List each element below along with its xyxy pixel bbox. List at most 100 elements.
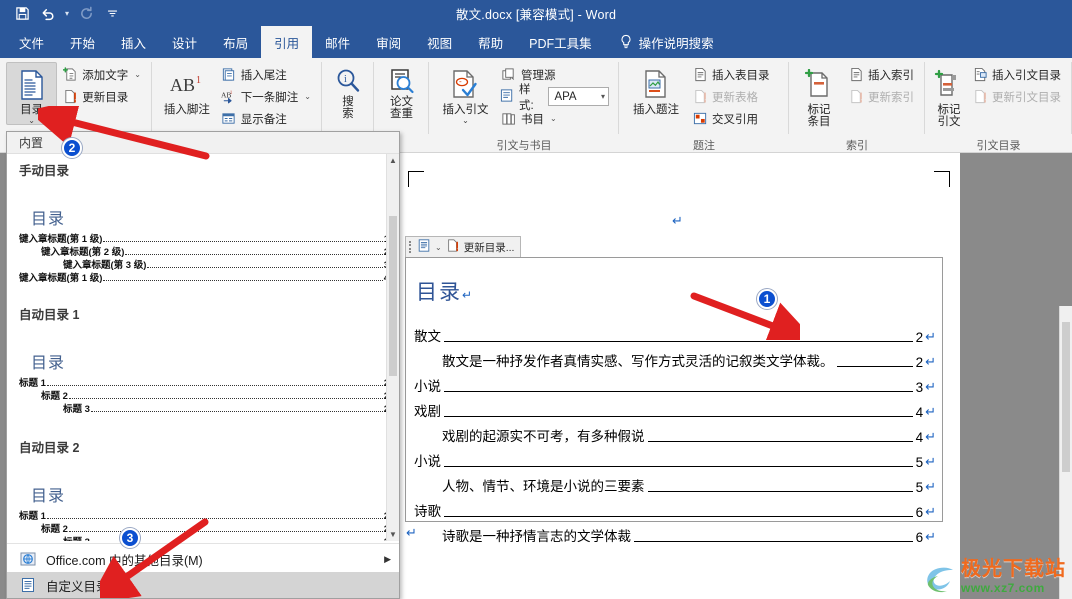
tab-file[interactable]: 文件 (6, 26, 57, 58)
title-bar: ▾ 散文.docx [兼容模式] - Word (0, 0, 1072, 26)
tab-insert[interactable]: 插入 (108, 26, 159, 58)
gallery-item-manual-toc[interactable]: 手动目录 目录 键入章标题(第 1 级) 1 键入章标题(第 2 级) 2 键入… (7, 154, 399, 290)
save-icon[interactable] (10, 2, 34, 24)
insert-footnote-icon: AB 1 (168, 66, 206, 104)
toc-icon (18, 66, 46, 104)
chevron-down-icon[interactable]: ⌄ (304, 92, 311, 101)
cross-reference-icon (692, 111, 708, 127)
update-toc-control-label[interactable]: 更新目录... (464, 240, 515, 255)
tab-layout[interactable]: 布局 (210, 26, 261, 58)
ribbon-group-toa: 标记引文 插入引文目录 更新引文目录 引文目录 (925, 58, 1072, 152)
tell-me-search[interactable]: 操作说明搜索 (605, 26, 722, 58)
gallery-item-auto-toc-1[interactable]: 自动目录 1 目录 标题 1 2 标题 2 2 标题 3 2 (7, 290, 399, 421)
show-notes-button[interactable]: 显示备注 (216, 108, 316, 129)
toc-entry-page: 2 (915, 355, 924, 370)
toc-button[interactable]: 目录 ⌄ (6, 62, 58, 125)
toc-entry[interactable]: 戏剧的起源实不可考，有多种假说 4 ↵ (414, 420, 936, 445)
update-toc-button[interactable]: 更新目录 (57, 86, 146, 107)
quick-access-toolbar[interactable]: ▾ (0, 2, 124, 24)
redo-icon[interactable] (74, 2, 98, 24)
tab-review[interactable]: 审阅 (363, 26, 414, 58)
mark-citation-label: 标记引文 (937, 104, 961, 128)
customize-qat-icon[interactable] (100, 2, 124, 24)
undo-icon[interactable] (36, 2, 60, 24)
toc-content-control-toolbar[interactable]: ⌄ 更新目录... (405, 236, 522, 258)
toc-entry[interactable]: 小说 5 ↵ (414, 445, 936, 470)
update-table-button[interactable]: 更新表格 (687, 86, 775, 107)
gallery-item-auto-toc-2[interactable]: 自动目录 2 目录 标题 1 2 标题 2 2 标题 3 2 (7, 421, 399, 541)
tab-home[interactable]: 开始 (57, 26, 108, 58)
bibliography-button[interactable]: 书目 ⌄ (496, 108, 613, 129)
citation-style-row[interactable]: 样式: APA ▾ (496, 84, 613, 112)
toc-entry[interactable]: 诗歌是一种抒情言志的文学体裁 6 ↵ (414, 520, 936, 545)
toc-entry[interactable]: 人物、情节、环境是小说的三要素 5 ↵ (414, 470, 936, 495)
chevron-down-icon[interactable]: ▾ (601, 92, 605, 101)
toc-entry[interactable]: 小说 3 ↵ (414, 370, 936, 395)
insert-citation-button[interactable]: - 插入引文 ⌄ (435, 62, 496, 125)
more-toc-from-office-menu-item[interactable]: Office.com 中的其他目录(M) ▶ (7, 546, 399, 572)
cross-reference-button[interactable]: 交叉引用 (687, 108, 775, 129)
toc-content-control[interactable]: 目录↵ 散文 2 ↵ 散文是一种抒发作者真情实感、写作方式灵活的记叙类文学体裁。… (405, 257, 943, 545)
toc-entry[interactable]: 散文是一种抒发作者真情实感、写作方式灵活的记叙类文学体裁。 2 ↵ (414, 345, 936, 370)
toc-entry[interactable]: 诗歌 6 ↵ (414, 495, 936, 520)
insert-table-of-figures-button[interactable]: 插入表目录 (687, 64, 775, 85)
tab-pdf-tools[interactable]: PDF工具集 (516, 26, 605, 58)
next-footnote-label: 下一条脚注 (240, 91, 299, 104)
undo-dropdown-icon[interactable]: ▾ (62, 9, 72, 18)
plagiarism-check-button[interactable]: 论文 查重 (380, 62, 423, 121)
tab-help[interactable]: 帮助 (465, 26, 516, 58)
insert-index-button[interactable]: 插入索引 (843, 64, 919, 85)
preview-line: 标题 1 2 (17, 376, 389, 389)
next-footnote-button[interactable]: AB 1 下一条脚注 ⌄ (216, 86, 316, 107)
research-button[interactable]: i 搜 索 (328, 62, 368, 121)
insert-endnote-button[interactable]: 插入尾注 (216, 64, 316, 85)
tab-references[interactable]: 引用 (261, 26, 313, 58)
chevron-down-icon[interactable]: ⌄ (435, 243, 442, 252)
gallery-scrollbar-thumb[interactable] (389, 216, 397, 376)
scrollbar-thumb[interactable] (1062, 322, 1070, 472)
insert-caption-button[interactable]: 插入题注 (625, 62, 687, 117)
toc-entry[interactable]: 戏剧 4 ↵ (414, 395, 936, 420)
update-toc-control-icon[interactable] (446, 238, 460, 256)
mark-entry-button[interactable]: 标记 条目 (795, 62, 843, 129)
tab-design[interactable]: 设计 (159, 26, 210, 58)
preview-line: 键入章标题(第 1 级) 4 (17, 271, 389, 284)
tab-mailings[interactable]: 邮件 (312, 26, 363, 58)
scroll-down-icon[interactable]: ▼ (387, 528, 399, 541)
insert-footnote-button[interactable]: AB 1 插入脚注 (158, 62, 216, 117)
toc-entry-text: 戏剧的起源实不可考，有多种假说 (442, 429, 645, 444)
scroll-up-icon[interactable]: ▲ (387, 154, 399, 167)
toc-gallery-dropdown[interactable]: 内置 手动目录 目录 键入章标题(第 1 级) 1 键入章标题(第 2 级) 2… (6, 131, 400, 599)
chevron-down-icon[interactable]: ⌄ (550, 114, 557, 123)
toc-heading: 目录↵ (416, 276, 936, 306)
insert-toa-button[interactable]: 插入引文目录 (967, 64, 1066, 85)
update-toa-icon (972, 89, 988, 105)
document-page[interactable]: ↵ ⌄ 更新目录... 目录↵ 散文 2 ↵ 散文是一种抒发作者真情实感、写作方… (400, 153, 960, 599)
toc-control-icon[interactable] (417, 238, 431, 256)
update-index-icon (848, 89, 864, 105)
leader-line (444, 516, 913, 517)
gallery-scrollbar[interactable]: ▲ ▼ (386, 154, 399, 541)
manage-sources-button[interactable]: 管理源 (496, 64, 613, 85)
insert-endnote-label: 插入尾注 (240, 69, 287, 82)
citation-style-combo[interactable]: APA ▾ (548, 87, 609, 106)
group-label-citations: 引文与书目 (496, 140, 552, 152)
chevron-down-icon[interactable]: ⌄ (134, 70, 141, 79)
ribbon-tabs[interactable]: 文件 开始 插入 设计 布局 引用 邮件 审阅 视图 帮助 PDF工具集 操作说… (0, 26, 1072, 58)
preview-line: 标题 1 2 (17, 509, 389, 522)
update-toa-button[interactable]: 更新引文目录 (967, 86, 1066, 107)
style-icon (500, 88, 515, 106)
chevron-down-icon[interactable]: ⌄ (462, 117, 469, 125)
custom-toc-menu-item[interactable]: 自定义目录(C)... (7, 572, 399, 598)
update-index-button[interactable]: 更新索引 (843, 86, 919, 107)
drag-handle-icon[interactable] (409, 240, 413, 254)
toc-entry[interactable]: 散文 2 ↵ (414, 320, 936, 345)
document-scrollbar[interactable] (1059, 306, 1072, 599)
chevron-down-icon[interactable]: ⌄ (28, 117, 35, 125)
mark-citation-button[interactable]: 标记引文 (931, 62, 967, 129)
add-text-button[interactable]: 添加文字 ⌄ (57, 64, 146, 85)
tab-view[interactable]: 视图 (414, 26, 465, 58)
toc-entry-page: 3 (915, 380, 924, 395)
toc-entry-text: 诗歌是一种抒情言志的文学体裁 (442, 529, 631, 544)
toc-entry-text: 散文是一种抒发作者真情实感、写作方式灵活的记叙类文学体裁。 (442, 354, 834, 369)
